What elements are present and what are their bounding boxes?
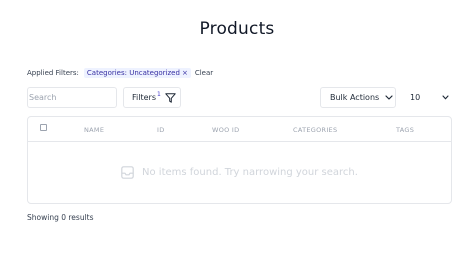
page-title: Products — [199, 19, 275, 39]
empty-state: No items found. Try narrowing your searc… — [28, 141, 451, 204]
filters-button[interactable]: Filters 1 — [123, 87, 181, 108]
per-page-value: 10 — [410, 93, 421, 102]
chevron-down-icon — [385, 95, 393, 100]
column-header-id[interactable]: ID — [157, 126, 165, 134]
search-input[interactable] — [27, 87, 117, 108]
empty-box-icon — [121, 166, 134, 179]
clear-filters-link[interactable]: Clear — [195, 69, 213, 77]
column-header-categories[interactable]: CATEGORIES — [293, 126, 337, 134]
products-table: NAME ID WOO ID CATEGORIES TAGS No items … — [27, 116, 452, 204]
filter-chip-label: Categories: Uncategorized — [86, 69, 180, 77]
applied-filters-bar: Applied Filters: Categories: Uncategoriz… — [27, 67, 213, 79]
column-header-woo-id[interactable]: WOO ID — [212, 126, 239, 134]
filter-icon — [165, 92, 176, 103]
empty-message: No items found. Try narrowing your searc… — [142, 167, 358, 178]
filters-count-badge: 1 — [156, 91, 161, 98]
bulk-actions-dropdown[interactable]: Bulk Actions — [320, 87, 396, 108]
filter-chip-categories: Categories: Uncategorized × — [83, 68, 191, 78]
per-page-select[interactable]: 10 — [401, 87, 452, 108]
bulk-actions-label: Bulk Actions — [330, 93, 380, 102]
chevron-down-icon — [442, 95, 449, 100]
remove-filter-button[interactable]: × — [182, 69, 188, 77]
table-header: NAME ID WOO ID CATEGORIES TAGS — [28, 117, 451, 142]
applied-filters-label: Applied Filters: — [27, 69, 79, 77]
column-header-tags[interactable]: TAGS — [396, 126, 414, 134]
select-all-checkbox[interactable] — [40, 124, 47, 131]
filters-label: Filters — [132, 93, 156, 102]
column-header-name[interactable]: NAME — [84, 126, 104, 134]
results-count: Showing 0 results — [27, 213, 94, 222]
